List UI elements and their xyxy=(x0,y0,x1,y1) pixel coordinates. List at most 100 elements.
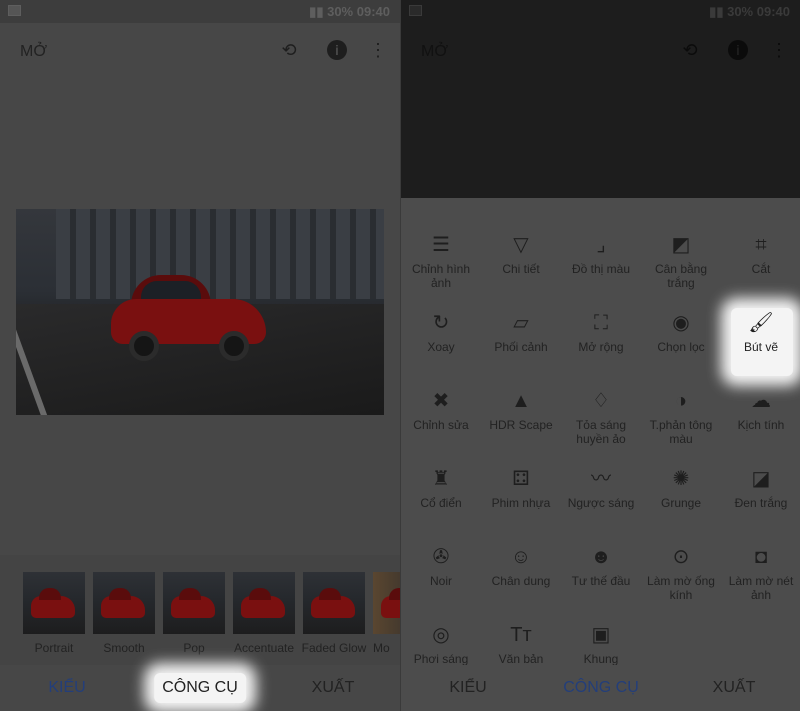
tool-head-pose[interactable]: ☻ Tư thế đầu xyxy=(561,544,641,588)
tool-label: Bút vẽ xyxy=(743,340,779,354)
tool-label: Đen trắng xyxy=(734,496,788,510)
tab-export[interactable]: XUẤT xyxy=(713,679,756,697)
tool-drama-cloud[interactable]: ☁ Kịch tính xyxy=(721,388,800,432)
perspective-icon: ▱ xyxy=(513,312,529,334)
tool-text[interactable]: Tт Văn bản xyxy=(481,622,561,665)
tool-curves[interactable]: ⌟ Đồ thị màu xyxy=(561,232,641,276)
open-button[interactable]: MỞ xyxy=(421,43,448,61)
tool-crop[interactable]: ⌗ Cắt xyxy=(721,232,800,276)
tool-label: Làm mờ ống kính xyxy=(647,574,715,602)
tool-label: HDR Scape xyxy=(489,418,553,432)
details-triangle-icon: ▽ xyxy=(513,234,529,256)
tool-details-triangle[interactable]: ▽ Chi tiết xyxy=(481,232,561,276)
filter-label: Mo xyxy=(373,641,390,655)
tool-brush[interactable]: 🖌 Bút vẽ xyxy=(721,310,800,354)
tools-grid: ☰ Chỉnh hình ảnh ▽ Chi tiết ⌟ Đồ thị màu ◩ Cân … xyxy=(401,198,800,665)
tool-grainy-film[interactable]: ⚃ Phim nhựa xyxy=(481,466,561,510)
film-reel-icon: ✇ xyxy=(432,546,450,568)
filter-accentuate[interactable]: Accentuate xyxy=(233,572,295,655)
tool-label: Phối cảnh xyxy=(494,340,548,354)
white-balance-icon: ◩ xyxy=(671,234,691,256)
black-white-icon: ◪ xyxy=(751,468,771,490)
brush-icon: 🖌 xyxy=(748,312,774,334)
tool-vignette[interactable]: ◘ Làm mờ nét ảnh xyxy=(721,544,800,602)
tool-tune[interactable]: ☰ Chỉnh hình ảnh xyxy=(401,232,481,290)
mustache-icon: 〰 xyxy=(591,468,611,490)
filter-smooth[interactable]: Smooth xyxy=(93,572,155,655)
filter-mo[interactable]: Mo xyxy=(373,572,400,655)
tool-black-white[interactable]: ◪ Đen trắng xyxy=(721,466,800,510)
grunge-icon: ✺ xyxy=(672,468,690,490)
bottom-nav: KIỂU CÔNG CỤ XUẤT xyxy=(0,665,400,711)
tab-tools[interactable]: CÔNG CỤ xyxy=(563,679,639,697)
tool-face[interactable]: ☺ Chân dung xyxy=(481,544,561,588)
tool-label: Tư thế đầu xyxy=(571,574,631,588)
tool-label: Chân dung xyxy=(491,574,551,588)
tool-selective[interactable]: ◉ Chọn lọc xyxy=(641,310,721,354)
filter-strip[interactable]: Portrait Smooth Pop Accentuate Faded Glo… xyxy=(0,555,400,665)
tool-label: Tỏa sáng huyền ảo xyxy=(575,418,627,446)
more-vert-icon[interactable]: ⋮ xyxy=(367,40,389,60)
lamp-icon: ♜ xyxy=(432,468,450,490)
undo-layers-icon[interactable]: ⟲ xyxy=(278,40,300,60)
face-icon: ☺ xyxy=(510,546,532,568)
tool-label: Chi tiết xyxy=(502,262,540,276)
info-icon[interactable]: i xyxy=(327,40,347,60)
tool-expand[interactable]: ⛶ Mở rộng xyxy=(561,310,641,354)
clock: 09:40 xyxy=(356,4,390,19)
tool-label: Phim nhựa xyxy=(491,496,551,510)
tool-label: Làm mờ nét ảnh xyxy=(728,574,794,602)
status-text: ▮▮ 30% 09:40 xyxy=(709,4,790,19)
tool-label: Cổ điển xyxy=(420,496,462,510)
left-screen: ▮▮ 30% 09:40 MỞ ⟲ i ⋮ Portrait Smooth Po… xyxy=(0,0,400,711)
crop-icon: ⌗ xyxy=(755,234,767,256)
tool-label: Noir xyxy=(429,574,452,588)
tool-healing[interactable]: ✖ Chỉnh sửa xyxy=(401,388,481,432)
open-button[interactable]: MỞ xyxy=(20,43,47,61)
tool-frame[interactable]: ▣ Khung xyxy=(561,622,641,665)
info-icon[interactable]: i xyxy=(728,40,748,60)
tool-lens-blur[interactable]: ⊙ Làm mờ ống kính xyxy=(641,544,721,602)
undo-layers-icon[interactable]: ⟲ xyxy=(679,40,701,60)
bottom-nav: KIỂU CÔNG CỤ XUẤT xyxy=(401,665,800,711)
grainy-film-icon: ⚃ xyxy=(512,468,530,490)
tool-label: Chọn lọc xyxy=(657,340,705,354)
top-toolbar: MỞ ⟲ i ⋮ xyxy=(401,23,800,79)
more-vert-icon[interactable]: ⋮ xyxy=(768,40,790,60)
tab-styles[interactable]: KIỂU xyxy=(449,679,486,697)
battery-level: 30% xyxy=(327,4,354,19)
tab-export[interactable]: XUẤT xyxy=(312,679,355,697)
rotate-icon: ↻ xyxy=(432,312,450,334)
photo-preview xyxy=(16,209,384,415)
tool-label: Chỉnh sửa xyxy=(413,418,469,432)
tab-tools[interactable]: CÔNG CỤ xyxy=(154,673,246,703)
tool-mountains[interactable]: ▲ HDR Scape xyxy=(481,388,561,432)
tool-perspective[interactable]: ▱ Phối cảnh xyxy=(481,310,561,354)
tool-lamp[interactable]: ♜ Cổ điển xyxy=(401,466,481,510)
glamour-glow-icon: ♢ xyxy=(592,390,610,412)
tool-mustache[interactable]: 〰 Ngược sáng xyxy=(561,466,641,510)
mountains-icon: ▲ xyxy=(511,390,531,412)
tool-label: Xoay xyxy=(427,340,455,354)
filter-faded-glow[interactable]: Faded Glow xyxy=(302,572,366,655)
tool-white-balance[interactable]: ◩ Cân bằng trắng xyxy=(641,232,721,290)
tool-grunge[interactable]: ✺ Grunge xyxy=(641,466,721,510)
top-toolbar: MỞ ⟲ i ⋮ xyxy=(0,23,400,79)
tool-label: Mở rộng xyxy=(578,340,624,354)
selective-icon: ◉ xyxy=(672,312,690,334)
filter-portrait[interactable]: Portrait xyxy=(23,572,85,655)
tool-tonal-contrast[interactable]: ◑ T.phản tông màu xyxy=(641,388,721,446)
tab-styles[interactable]: KIỂU xyxy=(48,679,85,697)
tool-film-reel[interactable]: ✇ Noir xyxy=(401,544,481,588)
frame-icon: ▣ xyxy=(591,624,611,646)
expand-icon: ⛶ xyxy=(594,312,608,334)
tool-label: Ngược sáng xyxy=(567,496,635,510)
tool-rotate[interactable]: ↻ Xoay xyxy=(401,310,481,354)
status-bar: ▮▮ 30% 09:40 xyxy=(0,0,400,23)
filter-pop[interactable]: Pop xyxy=(163,572,225,655)
vignette-icon: ◘ xyxy=(754,546,768,568)
tool-label: Văn bản xyxy=(498,652,544,665)
tool-double-exposure[interactable]: ◎ Phơi sáng xyxy=(401,622,481,665)
tool-glamour-glow[interactable]: ♢ Tỏa sáng huyền ảo xyxy=(561,388,641,446)
tool-label: T.phản tông màu xyxy=(649,418,713,446)
